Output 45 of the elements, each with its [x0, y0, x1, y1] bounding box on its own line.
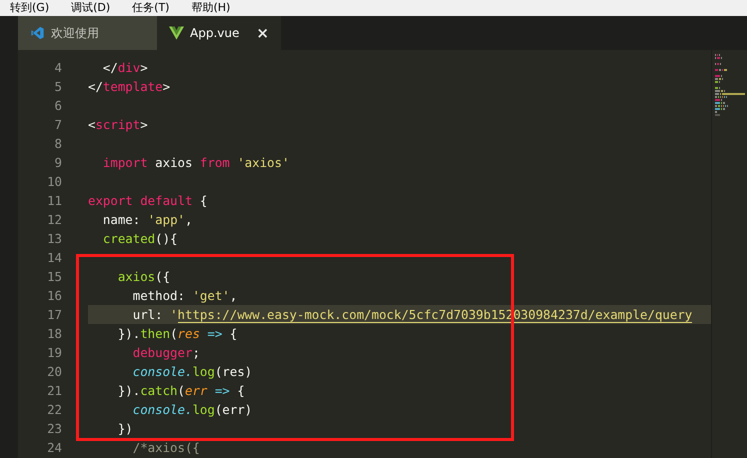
- line-number: 21: [46, 382, 63, 400]
- line-number: 19: [46, 344, 63, 362]
- code-line: method: 'get',: [132, 287, 238, 305]
- code-line: console.log(res): [132, 363, 252, 381]
- line-number: 20: [46, 363, 63, 381]
- line-number: 9: [54, 154, 63, 172]
- code-line: <script>: [88, 116, 148, 134]
- code-line: created(){: [102, 230, 178, 248]
- line-number: 4: [54, 59, 63, 77]
- code-line: }).then(res => {: [116, 325, 238, 343]
- vue-logo-icon: [169, 26, 184, 40]
- line-number: 8: [54, 135, 63, 153]
- code-line: </div>: [102, 59, 148, 77]
- line-number: 12: [46, 211, 63, 229]
- menu-item[interactable]: 调试(D): [71, 1, 110, 15]
- code-line: axios({: [116, 268, 170, 286]
- code-line: }).catch(err => {: [116, 382, 245, 400]
- editor-tab[interactable]: 欢迎使用: [18, 16, 157, 50]
- line-number: 6: [54, 97, 63, 115]
- line-number: 10: [46, 173, 63, 191]
- line-number: 23: [46, 420, 63, 438]
- editor-tab[interactable]: App.vue ×: [157, 16, 281, 50]
- code-line: export default {: [88, 192, 208, 210]
- menu-item[interactable]: 任务(T): [132, 1, 170, 15]
- code-line: /*axios({: [132, 439, 200, 457]
- line-number: 24: [46, 439, 63, 457]
- line-number: 14: [46, 249, 63, 267]
- line-number: 16: [46, 287, 63, 305]
- code-line: }): [116, 420, 133, 438]
- code-line: console.log(err): [132, 401, 252, 419]
- line-number: 7: [54, 116, 63, 134]
- code-line: debugger;: [132, 344, 200, 362]
- code-line: import axios from 'axios': [102, 154, 290, 172]
- code-editor-icon: [30, 26, 45, 40]
- code-line: </template>: [88, 78, 170, 96]
- menu-item[interactable]: 转到(G): [10, 1, 50, 15]
- line-number: 5: [54, 78, 63, 96]
- code-line: name: 'app',: [102, 211, 192, 229]
- line-number: 22: [46, 401, 63, 419]
- close-tab-button[interactable]: ×: [256, 24, 269, 42]
- menu-item[interactable]: 帮助(H): [191, 1, 230, 15]
- line-number: 18: [46, 325, 63, 343]
- line-number: 13: [46, 230, 63, 248]
- line-number: 11: [46, 192, 63, 210]
- line-number: 15: [46, 268, 63, 286]
